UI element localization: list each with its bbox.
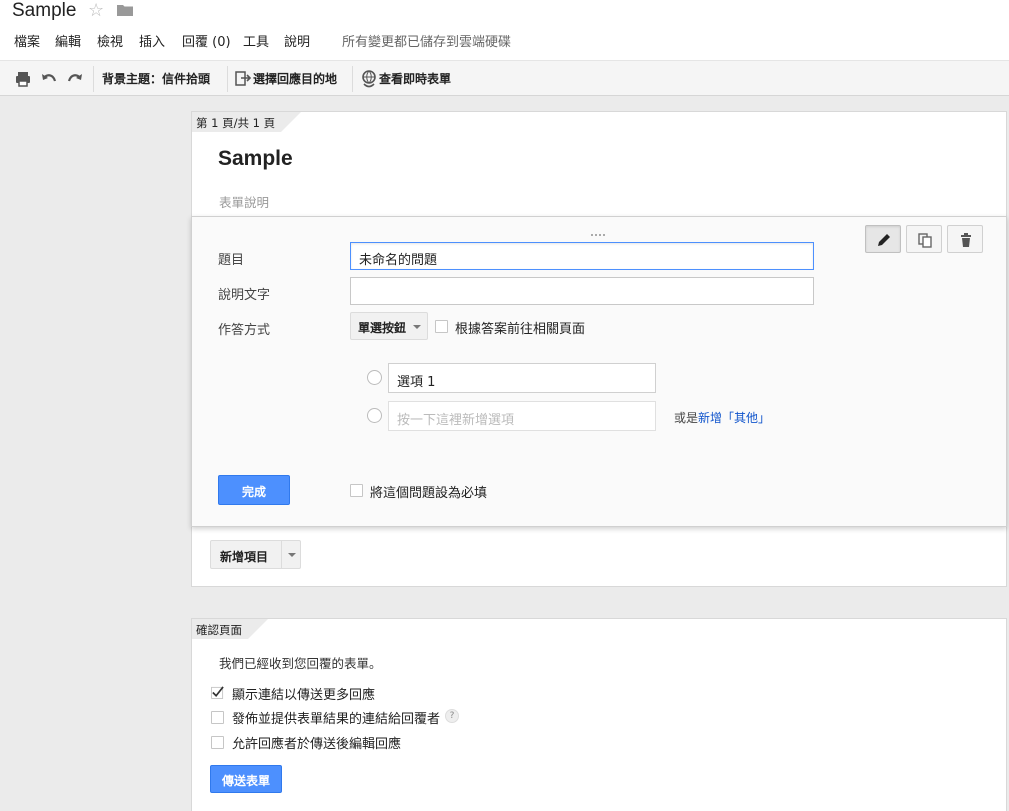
delete-button[interactable] (947, 225, 983, 253)
top-bar: Sample ☆ 檔案 編輯 檢視 插入 回覆 (0) 工具 說明 所有變更都已… (0, 0, 1009, 60)
question-title-label: 題目 (218, 253, 245, 268)
duplicate-icon (918, 233, 932, 248)
goto-page-checkbox[interactable] (435, 320, 448, 333)
menu-help[interactable]: 說明 (284, 31, 310, 50)
toolbar-separator (93, 66, 94, 92)
help-icon[interactable]: ? (445, 709, 459, 723)
publish-results-label: 發佈並提供表單結果的連結給回覆者 (232, 712, 441, 727)
menu-edit[interactable]: 編輯 (55, 31, 81, 50)
allow-edit-label: 允許回應者於傳送後編輯回應 (232, 737, 402, 752)
destination-icon[interactable] (234, 70, 252, 88)
menu-responses[interactable]: 回覆 (0) (182, 31, 231, 50)
chevron-down-icon[interactable] (288, 553, 296, 557)
star-icon[interactable]: ☆ (88, 0, 104, 21)
add-option-radio (367, 408, 382, 423)
form-description[interactable]: 表單說明 (219, 192, 269, 211)
print-icon[interactable] (14, 70, 32, 88)
add-option-input[interactable]: 按一下這裡新增選項 (388, 401, 656, 431)
doc-title[interactable]: Sample (12, 0, 76, 22)
submit-form-button[interactable]: 傳送表單 (210, 765, 282, 793)
add-item-label: 新增項目 (220, 550, 269, 564)
undo-icon[interactable] (40, 70, 58, 88)
help-text-label: 說明文字 (218, 288, 271, 303)
form-title[interactable]: Sample (218, 147, 293, 171)
toolbar-separator (227, 66, 228, 92)
toolbar-separator (352, 66, 353, 92)
goto-page-label: 根據答案前往相關頁面 (455, 322, 586, 337)
confirmation-panel: 確認頁面 我們已經收到您回覆的表單。 顯示連結以傳送更多回應 發佈並提供表單結果… (191, 618, 1007, 811)
option-radio (367, 370, 382, 385)
allow-edit-checkbox[interactable] (211, 736, 224, 749)
edit-button[interactable] (865, 225, 901, 253)
pencil-icon (878, 234, 890, 246)
add-other-link[interactable]: 新增「其他」 (698, 411, 770, 425)
drag-handle[interactable] (590, 225, 610, 251)
question-title-input[interactable]: 未命名的問題 (350, 242, 814, 270)
confirmation-message[interactable]: 我們已經收到您回覆的表單。 (219, 653, 382, 672)
live-form-icon[interactable] (360, 70, 378, 88)
help-text-input[interactable] (350, 277, 814, 305)
menu-file[interactable]: 檔案 (14, 31, 40, 50)
menu-insert[interactable]: 插入 (139, 31, 165, 50)
trash-icon (961, 233, 971, 247)
or-label: 或是 (674, 411, 699, 425)
question-editor: 題目 未命名的問題 說明文字 作答方式 單選按鈕 根據答案前往相關頁面 選項 1… (191, 216, 1007, 527)
toolbar: 背景主題：信件拾頭 選擇回應目的地 查看即時表單 (0, 60, 1009, 96)
add-item-separator (281, 541, 282, 568)
question-type-select[interactable]: 單選按鈕 (350, 312, 428, 340)
publish-results-checkbox[interactable] (211, 711, 224, 724)
add-other-text: 或是新增「其他」 (674, 409, 770, 426)
duplicate-button[interactable] (906, 225, 942, 253)
folder-icon[interactable] (117, 4, 133, 16)
page-indicator: 第 1 頁/共 1 頁 (192, 112, 302, 132)
chevron-down-icon (413, 325, 421, 329)
menu-tools[interactable]: 工具 (243, 31, 269, 50)
question-type-label: 作答方式 (218, 323, 271, 338)
question-type-value: 單選按鈕 (358, 321, 407, 335)
done-button[interactable]: 完成 (218, 475, 290, 505)
show-link-checkbox[interactable] (211, 686, 224, 699)
view-live-form-button[interactable]: 查看即時表單 (379, 70, 451, 87)
save-status: 所有變更都已儲存到雲端硬碟 (342, 35, 512, 50)
redo-icon[interactable] (66, 70, 84, 88)
option-1-input[interactable]: 選項 1 (388, 363, 656, 393)
confirmation-tag: 確認頁面 (192, 619, 268, 639)
show-link-label: 顯示連結以傳送更多回應 (232, 688, 376, 703)
required-checkbox[interactable] (350, 484, 363, 497)
theme-button[interactable]: 背景主題：信件拾頭 (102, 70, 210, 87)
add-item-button[interactable]: 新增項目 (210, 540, 301, 569)
choose-destination-button[interactable]: 選擇回應目的地 (253, 70, 337, 87)
menu-view[interactable]: 檢視 (97, 31, 123, 50)
required-label: 將這個問題設為必填 (370, 486, 488, 501)
